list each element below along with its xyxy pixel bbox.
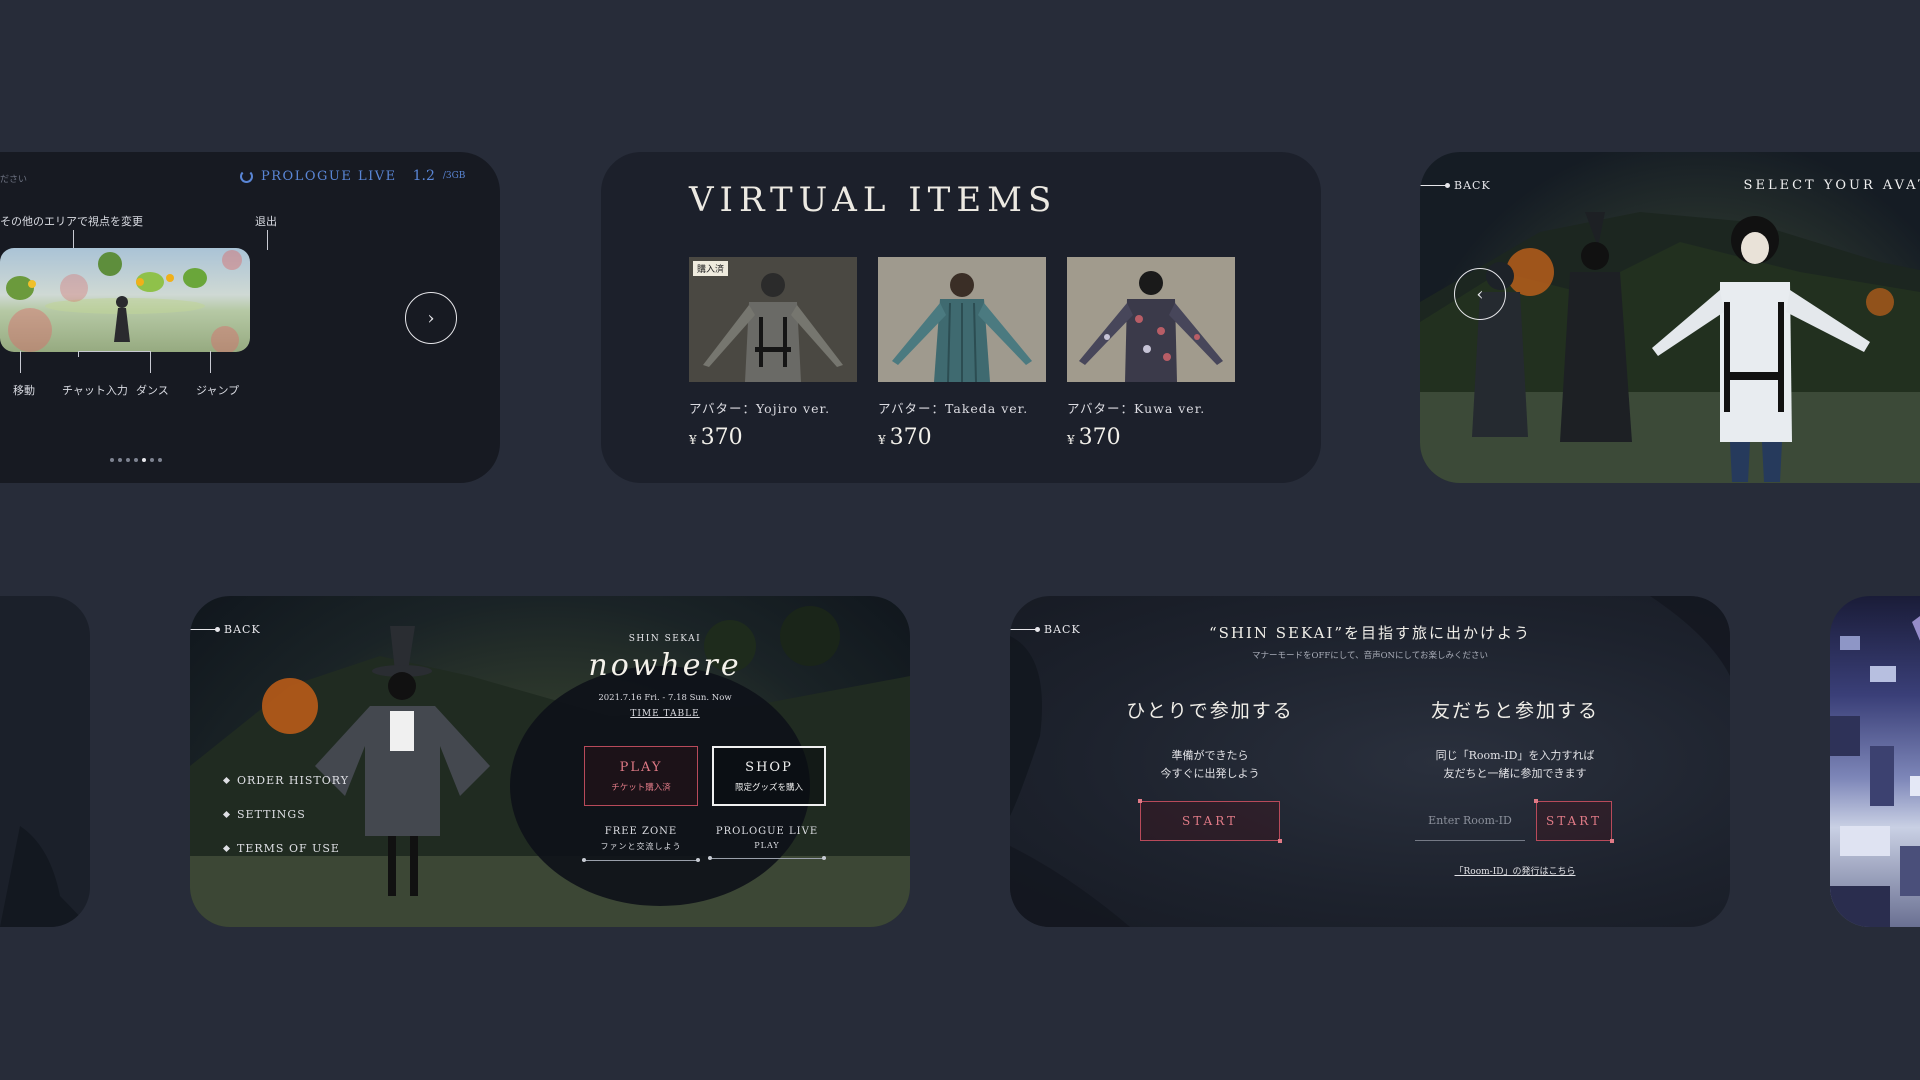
select-avatar-card: BACK SELECT YOUR AVATAR ‹	[1420, 152, 1920, 483]
next-button[interactable]: ›	[405, 292, 457, 344]
event-dates: 2021.7.16 Fri. - 7.18 Sun. Now	[598, 693, 732, 703]
page-dot[interactable]	[110, 458, 114, 462]
page-dot[interactable]	[118, 458, 122, 462]
back-label: BACK	[224, 623, 261, 636]
item-price: ¥370	[689, 425, 743, 450]
join-card: BACK “SHIN SEKAI”を目指す旅に出かけよう マナーモードをOFFに…	[1010, 596, 1730, 927]
page-indicator	[110, 458, 162, 462]
menu-order-history[interactable]: ORDER HISTORY	[224, 774, 349, 787]
back-arrow-icon	[190, 627, 220, 632]
prologue-live-label: PROLOGUE LIVE	[715, 826, 819, 837]
friends-description: 同じ「Room-ID」を入力すれば 友だちと一緒に参加できます	[1435, 749, 1595, 780]
loading-icon	[240, 169, 253, 183]
play-label: PLAY	[619, 759, 663, 775]
friends-title: 友だちと参加する	[1430, 700, 1599, 722]
room-id-input[interactable]	[1415, 801, 1525, 841]
page-dot-active[interactable]	[142, 458, 146, 462]
logo-text: nowhere	[588, 648, 742, 683]
back-button[interactable]: BACK	[190, 623, 261, 636]
prev-avatar-button[interactable]: ‹	[1454, 268, 1506, 320]
link-underline	[582, 858, 700, 862]
label-view-change: その他のエリアで視点を変更	[0, 215, 143, 228]
item-thumbnail: 購入済	[689, 257, 857, 382]
label-jump: ジャンプ	[196, 384, 240, 397]
leader-line	[20, 351, 21, 373]
download-total: /3GB	[442, 171, 466, 181]
ink-texture	[0, 826, 90, 927]
room-id-issue-link[interactable]: 「Room-ID」の発行はこちら	[1385, 864, 1645, 877]
page-dot[interactable]	[158, 458, 162, 462]
purchased-badge: 購入済	[693, 261, 729, 276]
partial-card-left	[0, 596, 90, 927]
play-button[interactable]: PLAY チケット購入済	[584, 746, 698, 806]
avatar-figure	[1079, 271, 1223, 382]
friends-section: 友だちと参加する 同じ「Room-ID」を入力すれば 友だちと一緒に参加できます	[1385, 696, 1645, 783]
tutorial-card: ださい PROLOGUE LIVE 1.2 /3GB その他のエリアで視点を変更…	[0, 152, 500, 483]
menu-settings[interactable]: SETTINGS	[224, 808, 306, 821]
partial-card-right	[1830, 596, 1920, 927]
leader-line	[210, 351, 211, 373]
item-card-kuwa[interactable]: アバター：Kuwa ver. ¥370	[1067, 257, 1235, 450]
download-size: 1.2	[412, 168, 435, 184]
virtual-items-card: VIRTUAL ITEMS 購入済 アバター：Yojiro ver. ¥370	[601, 152, 1321, 483]
leader-line	[78, 351, 150, 352]
event-logo-block: SHIN SEKAI nowhere 2021.7.16 Fri. - 7.18…	[550, 634, 780, 719]
prologue-live-header: PROLOGUE LIVE 1.2 /3GB	[240, 168, 465, 184]
link-underline	[708, 856, 826, 860]
item-card-takeda[interactable]: アバター：Takeda ver. ¥370	[878, 257, 1046, 450]
item-card-yojiro[interactable]: 購入済 アバター：Yojiro ver. ¥370	[689, 257, 857, 450]
solo-section: ひとりで参加する 準備ができたら 今すぐに出発しよう	[1080, 696, 1340, 783]
page-subtitle: マナーモードをOFFにして、音声ONにしてお楽しみください	[1252, 651, 1488, 661]
brand-label: SHIN SEKAI	[628, 634, 702, 644]
solo-title: ひとりで参加する	[1126, 700, 1294, 722]
play-sub: チケット購入済	[611, 782, 671, 793]
menu-terms-of-use[interactable]: TERMS OF USE	[224, 842, 340, 855]
prologue-live-link[interactable]: PROLOGUE LIVE PLAY	[708, 826, 826, 860]
label-chat: チャット入力	[62, 384, 128, 397]
item-thumbnail	[1067, 257, 1235, 382]
item-name: アバター：Yojiro ver.	[689, 401, 831, 416]
item-name: アバター：Kuwa ver.	[1067, 401, 1206, 416]
item-price: ¥370	[878, 425, 932, 450]
shop-button[interactable]: SHOP 限定グッズを購入	[712, 746, 826, 806]
page-dot[interactable]	[126, 458, 130, 462]
chevron-left-icon: ‹	[1476, 283, 1484, 305]
item-price: ¥370	[1067, 425, 1121, 450]
avatar-figure	[892, 273, 1032, 382]
page-title: “SHIN SEKAI”を目指す旅に出かけよう	[1208, 624, 1532, 642]
label-move: 移動	[13, 384, 35, 397]
game-preview	[0, 248, 250, 352]
leader-line	[267, 230, 268, 250]
leader-line	[150, 351, 151, 373]
page-title: SELECT YOUR AVATAR	[1743, 178, 1920, 193]
page-dot[interactable]	[134, 458, 138, 462]
page-title: VIRTUAL ITEMS	[689, 180, 1058, 220]
leader-line	[78, 351, 79, 357]
page-dot[interactable]	[150, 458, 154, 462]
prologue-live-label: PROLOGUE LIVE	[261, 168, 397, 184]
free-zone-link[interactable]: FREE ZONE ファンと交流しよう	[582, 826, 700, 862]
main-menu-card: BACK ORDER HISTORY SETTINGS TERMS OF USE…	[190, 596, 910, 927]
shop-label: SHOP	[745, 759, 793, 775]
item-thumbnail	[878, 257, 1046, 382]
scene-illustration	[6, 250, 242, 352]
back-arrow-icon	[1420, 183, 1450, 188]
item-name: アバター：Takeda ver.	[878, 401, 1029, 416]
timetable-link[interactable]: TIME TABLE	[550, 709, 780, 719]
back-button[interactable]: BACK	[1420, 179, 1491, 192]
prologue-live-sub: PLAY	[754, 841, 780, 850]
chevron-right-icon: ›	[427, 307, 435, 329]
label-dance: ダンス	[136, 384, 169, 397]
label-exit: 退出	[255, 215, 277, 228]
solo-start-button[interactable]: START	[1138, 799, 1282, 843]
free-zone-label: FREE ZONE	[604, 826, 678, 837]
hint-text: ださい	[0, 175, 28, 185]
free-zone-sub: ファンと交流しよう	[600, 842, 682, 851]
friends-start-button[interactable]: START	[1534, 799, 1614, 843]
city-scene	[1830, 616, 1920, 927]
solo-description: 準備ができたら 今すぐに出発しよう	[1160, 749, 1260, 780]
back-label: BACK	[1454, 179, 1491, 192]
avatar-scene	[1420, 212, 1920, 483]
shop-sub: 限定グッズを購入	[734, 782, 803, 793]
